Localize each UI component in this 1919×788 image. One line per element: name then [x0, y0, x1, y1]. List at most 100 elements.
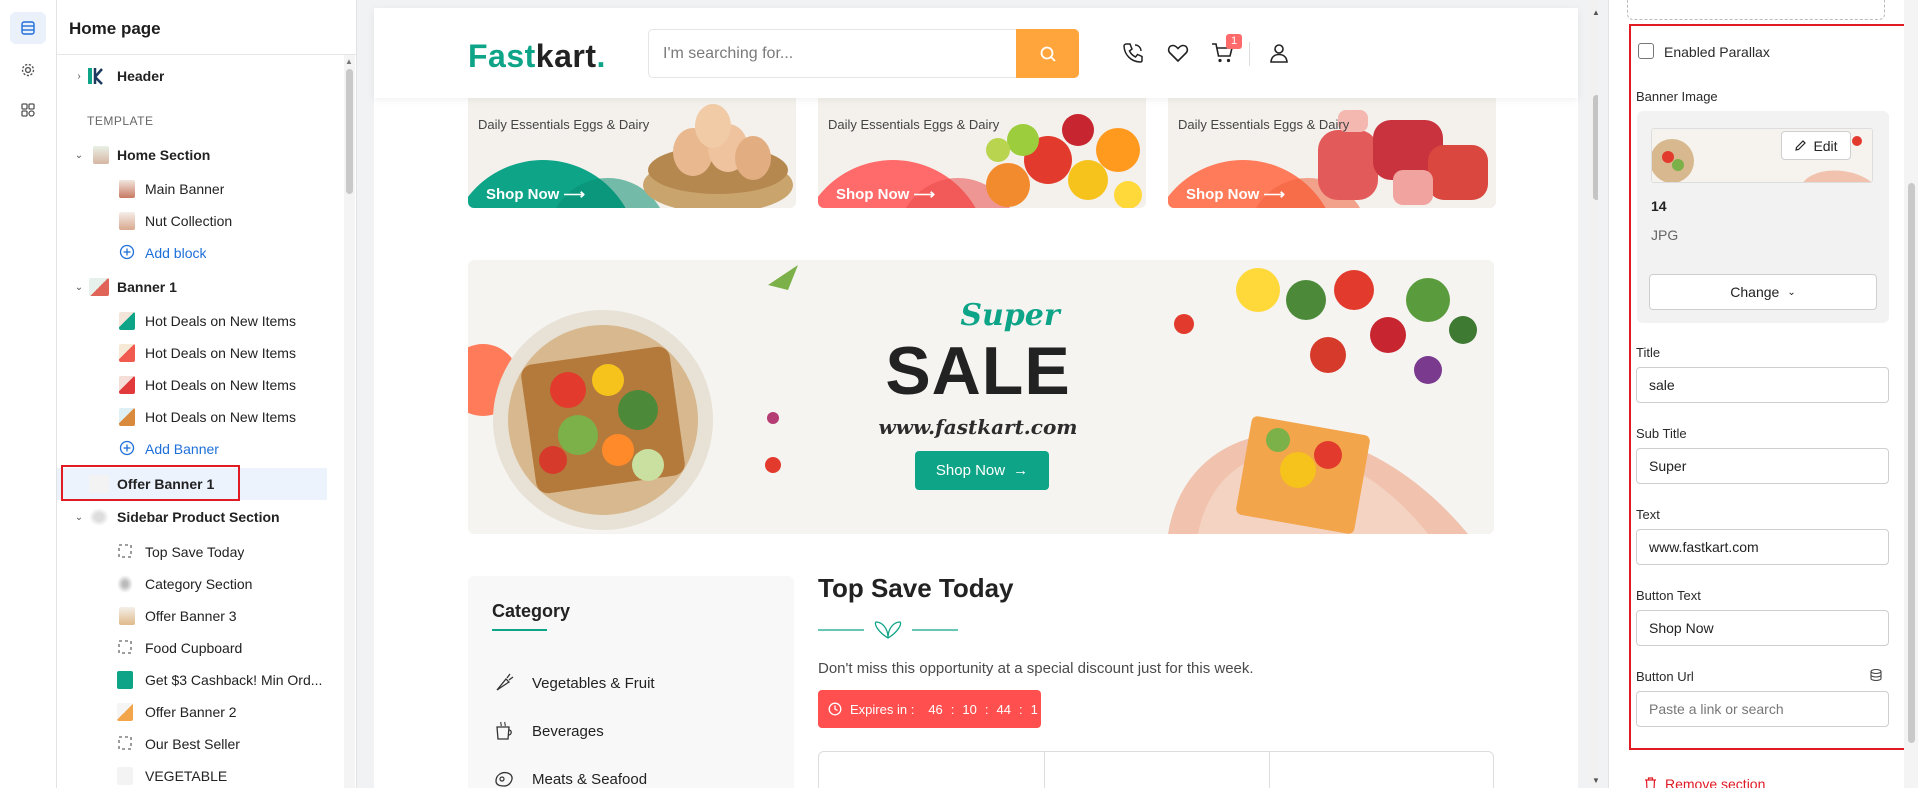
item-thumbnail — [119, 312, 135, 330]
chevron-down-icon[interactable]: ⌄ — [73, 282, 85, 293]
tree-item-sidebar-product-section[interactable]: ⌄ Sidebar Product Section — [57, 503, 327, 531]
chevron-down-icon[interactable]: ⌄ — [73, 512, 85, 523]
tree-item-hot-deals[interactable]: Hot Deals on New Items — [57, 371, 327, 399]
dashed-placeholder — [1627, 0, 1885, 20]
divider — [1044, 752, 1045, 788]
text-input[interactable]: www.fastkart.com — [1636, 529, 1889, 565]
shop-now-link[interactable]: Shop Now ⟶ — [1186, 185, 1285, 203]
phone-icon[interactable] — [1120, 40, 1146, 66]
divider — [57, 54, 356, 55]
section-tree-panel: Home page › Header TEMPLATE ⌄ Home Secti… — [57, 0, 357, 788]
search-input[interactable]: I'm searching for... — [648, 29, 1079, 78]
tree-item-label: Banner 1 — [117, 279, 177, 295]
dashed-square-icon — [117, 735, 133, 753]
remove-section-button[interactable]: Remove section — [1644, 776, 1765, 788]
tree-block-nut-collection[interactable]: Nut Collection — [57, 207, 327, 235]
fastkart-logo[interactable]: Fastkart. — [468, 38, 606, 75]
tree-item-header[interactable]: › Header — [57, 62, 327, 90]
scroll-down-arrow-icon[interactable]: ▼ — [1592, 776, 1598, 785]
plus-circle-icon — [119, 244, 135, 262]
settings-scrollbar[interactable] — [1904, 0, 1918, 788]
tree-item-label: Sidebar Product Section — [117, 509, 280, 525]
apps-icon[interactable] — [10, 94, 46, 126]
category-item[interactable]: Beverages — [492, 719, 604, 743]
search-button[interactable] — [1016, 29, 1079, 78]
button-url-input[interactable]: Paste a link or search — [1636, 691, 1889, 727]
icon-rail — [0, 0, 57, 788]
banner-image-picker: Edit 14 JPG Change ⌄ — [1637, 111, 1889, 323]
sale-shop-now-button[interactable]: Shop Now → — [915, 451, 1049, 490]
tk-logo-icon — [87, 67, 109, 85]
timer-hours: 10 — [962, 701, 977, 717]
category-item[interactable]: Vegetables & Fruit — [492, 671, 655, 695]
scrollbar-thumb[interactable] — [1593, 95, 1598, 200]
block-thumbnail — [119, 180, 135, 198]
scroll-up-arrow-icon[interactable]: ▲ — [345, 57, 353, 66]
settings-gear-icon[interactable] — [10, 54, 46, 86]
chevron-down-icon: ⌄ — [1787, 286, 1796, 298]
chevron-right-icon[interactable]: › — [73, 71, 85, 82]
chevron-down-icon[interactable]: ⌄ — [73, 150, 85, 161]
dynamic-source-icon[interactable] — [1869, 668, 1883, 687]
add-block-button[interactable]: Add block — [57, 239, 327, 267]
change-image-button[interactable]: Change ⌄ — [1649, 274, 1877, 310]
tree-item-offer-banner-2[interactable]: Offer Banner 2 — [57, 698, 327, 726]
tree-item-our-best-seller[interactable]: Our Best Seller — [57, 730, 327, 758]
scroll-up-arrow-icon[interactable]: ▲ — [1592, 8, 1598, 17]
tree-scrollbar[interactable]: ▲ — [344, 55, 355, 788]
edit-image-button[interactable]: Edit — [1781, 131, 1851, 160]
logo-part: kart — [535, 38, 597, 74]
banner-card[interactable]: Daily Essentials Eggs & Dairy Shop Now ⟶ — [468, 90, 796, 208]
fruits-image — [986, 114, 1142, 208]
shop-now-label: Shop Now — [1186, 186, 1260, 203]
button-text-label: Button Text — [1636, 588, 1701, 603]
button-text-input[interactable]: Shop Now — [1636, 610, 1889, 646]
shop-now-link[interactable]: Shop Now ⟶ — [836, 185, 935, 203]
sections-icon[interactable] — [10, 12, 46, 44]
title-input[interactable]: sale — [1636, 367, 1889, 403]
preview-scrollbar[interactable]: ▲ ▼ — [1590, 0, 1598, 788]
tree-item-banner-1[interactable]: ⌄ Banner 1 — [57, 273, 327, 301]
tree-item-home-section[interactable]: ⌄ Home Section — [57, 141, 327, 169]
parallax-checkbox[interactable] — [1638, 43, 1654, 59]
add-banner-button[interactable]: Add Banner — [57, 435, 327, 463]
tree-item-hot-deals[interactable]: Hot Deals on New Items — [57, 339, 327, 367]
user-icon[interactable] — [1266, 40, 1292, 66]
editor-app: Home page › Header TEMPLATE ⌄ Home Secti… — [0, 0, 1919, 788]
scrollbar-thumb[interactable] — [346, 69, 353, 194]
banner-card[interactable]: Daily Essentials Eggs & Dairy Shop Now ⟶ — [818, 90, 1146, 208]
tree-item-offer-banner-3[interactable]: Offer Banner 3 — [57, 602, 327, 630]
heart-icon[interactable] — [1165, 40, 1191, 66]
search-placeholder: I'm searching for... — [663, 45, 794, 62]
category-label: Meats & Seafood — [532, 770, 648, 788]
tree-item-vegetable[interactable]: VEGETABLE — [57, 762, 327, 788]
subtitle-input[interactable]: Super — [1636, 448, 1889, 484]
expires-label: Expires in : — [850, 701, 915, 717]
shop-now-link[interactable]: Shop Now ⟶ — [486, 185, 585, 203]
shop-now-label: Shop Now — [486, 186, 560, 203]
timer-days: 46 — [928, 701, 943, 717]
tree-item-label: VEGETABLE — [145, 768, 228, 784]
tree-item-food-cupboard[interactable]: Food Cupboard — [57, 634, 327, 662]
tree-item-category-section[interactable]: Category Section — [57, 570, 327, 598]
item-thumbnail — [117, 671, 133, 689]
tree-item-cashback[interactable]: Get $3 Cashback! Min Ord... — [57, 666, 327, 694]
card-caption: Daily Essentials Eggs & Dairy — [1178, 117, 1350, 132]
tree-item-label: Get $3 Cashback! Min Ord... — [145, 672, 323, 688]
offer-banner[interactable]: Super SALE www.fastkart.com Shop Now → — [468, 260, 1494, 534]
tree-item-hot-deals[interactable]: Hot Deals on New Items — [57, 403, 327, 431]
tree-item-hot-deals[interactable]: Hot Deals on New Items — [57, 307, 327, 335]
template-caption: TEMPLATE — [87, 114, 154, 128]
tree-item-top-save-today[interactable]: Top Save Today — [57, 538, 327, 566]
arrow-right-icon: → — [1013, 462, 1029, 479]
scrollbar-thumb[interactable] — [1908, 183, 1915, 743]
banner-card[interactable]: Daily Essentials Eggs & Dairy Shop Now ⟶ — [1168, 90, 1496, 208]
tree-block-main-banner[interactable]: Main Banner — [57, 175, 327, 203]
leaf-divider-icon — [818, 621, 958, 639]
button-label: Shop Now — [935, 462, 1006, 479]
sale-subtitle: Super — [960, 298, 1060, 333]
category-item[interactable]: Meats & Seafood — [492, 767, 647, 788]
meat-image — [1318, 110, 1488, 205]
page-title: Home page — [69, 19, 161, 38]
cup-icon — [496, 721, 512, 740]
